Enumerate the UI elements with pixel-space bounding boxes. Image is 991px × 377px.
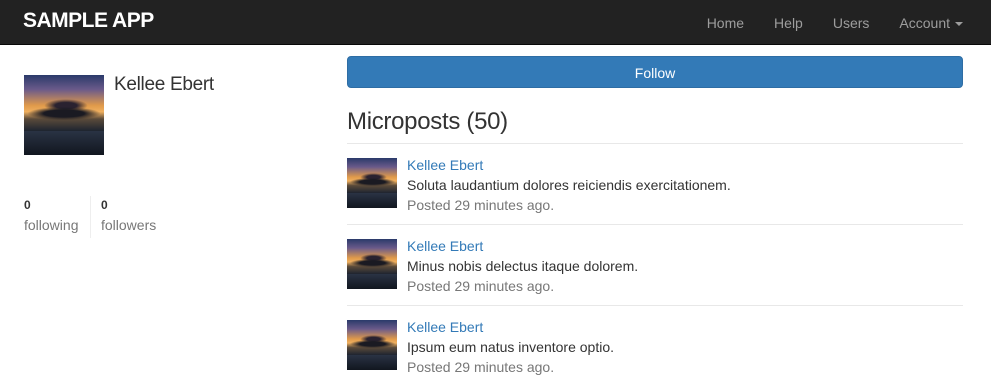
followers-label: followers xyxy=(101,217,157,233)
brand-logo-link[interactable]: SAMPLE APP xyxy=(23,8,154,34)
divider xyxy=(347,305,963,306)
nav-link-home[interactable]: Home xyxy=(707,13,744,33)
micropost-author-link[interactable]: Kellee Ebert xyxy=(407,155,483,175)
micropost-content: Ipsum eum natus inventore optio. xyxy=(407,339,615,355)
following-stat-link[interactable]: 0 following xyxy=(24,196,78,236)
micropost-avatar[interactable] xyxy=(347,158,397,208)
micropost-author-link[interactable]: Kellee Ebert xyxy=(407,236,483,256)
microposts-heading: Microposts (50) xyxy=(347,108,508,135)
micropost-item: Kellee Ebert Minus nobis delectus itaque… xyxy=(347,236,963,296)
nav-link-account-dropdown[interactable]: Account xyxy=(899,13,963,33)
profile-avatar xyxy=(24,75,104,155)
micropost-avatar[interactable] xyxy=(347,239,397,289)
caret-down-icon xyxy=(955,21,963,26)
divider xyxy=(347,143,963,144)
nav-links: Home Help Users Account xyxy=(677,0,963,45)
profile-name: Kellee Ebert xyxy=(114,74,214,95)
micropost-timestamp: Posted 29 minutes ago. xyxy=(407,197,555,213)
followers-count: 0 xyxy=(101,198,108,212)
followers-stat-link[interactable]: 0 followers xyxy=(90,196,156,238)
micropost-timestamp: Posted 29 minutes ago. xyxy=(407,359,555,375)
micropost-timestamp: Posted 29 minutes ago. xyxy=(407,278,555,294)
micropost-author-link[interactable]: Kellee Ebert xyxy=(407,317,483,337)
micropost-item: Kellee Ebert Ipsum eum natus inventore o… xyxy=(347,317,963,377)
nav-link-help[interactable]: Help xyxy=(774,13,803,33)
following-label: following xyxy=(24,217,79,233)
following-count: 0 xyxy=(24,198,31,212)
nav-link-account-label: Account xyxy=(899,14,950,31)
navbar: SAMPLE APP Home Help Users Account xyxy=(0,0,991,45)
nav-link-users[interactable]: Users xyxy=(833,13,870,33)
micropost-content: Minus nobis delectus itaque dolorem. xyxy=(407,258,639,274)
divider xyxy=(347,224,963,225)
micropost-content: Soluta laudantium dolores reiciendis exe… xyxy=(407,177,731,193)
follow-button[interactable]: Follow xyxy=(347,56,963,88)
micropost-item: Kellee Ebert Soluta laudantium dolores r… xyxy=(347,155,963,215)
micropost-avatar[interactable] xyxy=(347,320,397,370)
